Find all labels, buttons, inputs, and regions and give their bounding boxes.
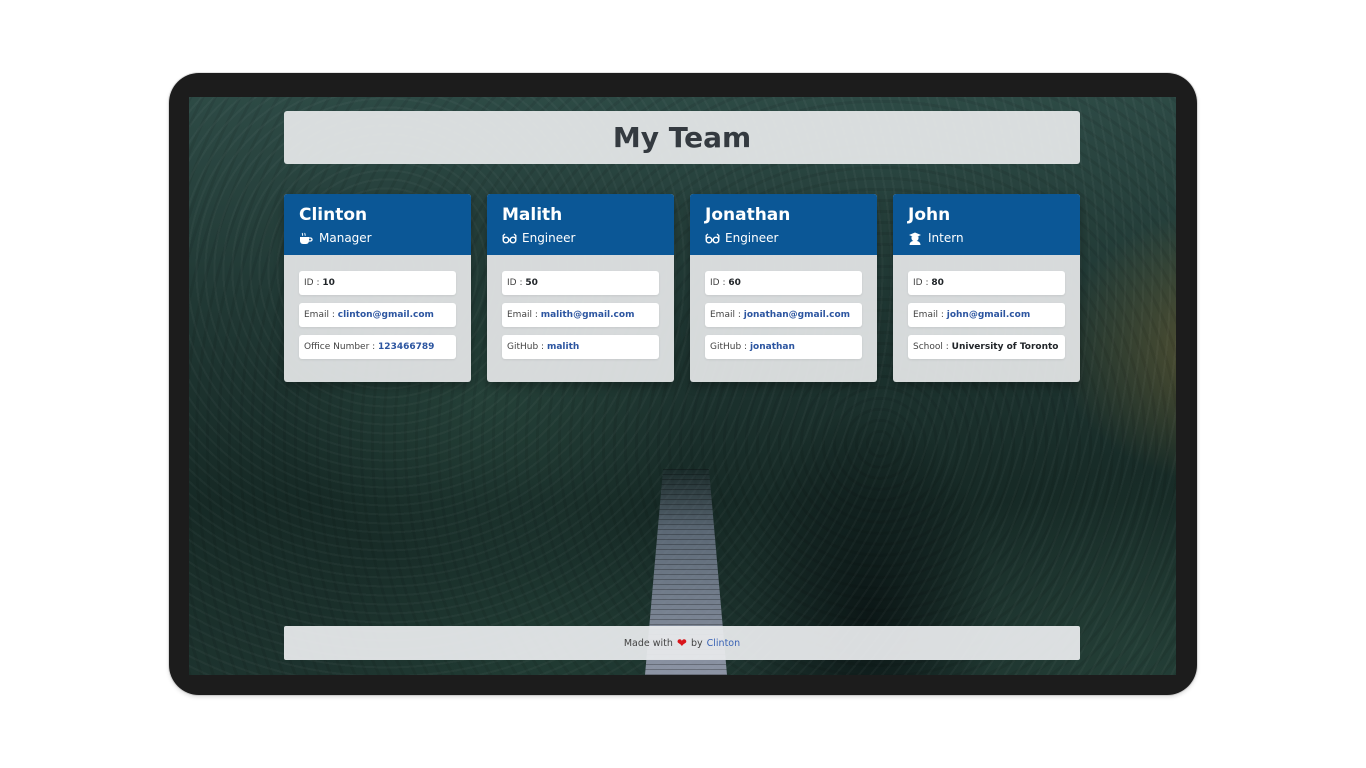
id-row: ID : 60 xyxy=(705,271,862,295)
team-card-manager: Clinton Manager ID : 10 Email : clinton@… xyxy=(284,194,471,382)
email-link[interactable]: jonathan@gmail.com xyxy=(744,310,850,320)
page-footer: Made with ❤ by Clinton xyxy=(284,626,1080,660)
footer-prefix: Made with xyxy=(623,637,673,649)
email-link[interactable]: clinton@gmail.com xyxy=(338,310,434,320)
role-label: Intern xyxy=(928,231,964,245)
card-header: Malith Engineer xyxy=(487,194,674,255)
id-row: ID : 10 xyxy=(299,271,456,295)
card-body: ID : 80 Email : john@gmail.com School : … xyxy=(893,255,1080,359)
card-body: ID : 10 Email : clinton@gmail.com Office… xyxy=(284,255,471,359)
card-header: Jonathan Engineer xyxy=(690,194,877,255)
id-value: 10 xyxy=(322,278,335,288)
team-card-engineer: Malith Engineer ID : 50 Email : malith@g… xyxy=(487,194,674,382)
email-row: Email : malith@gmail.com xyxy=(502,303,659,327)
team-card-engineer: Jonathan Engineer ID : 60 Email : jonath… xyxy=(690,194,877,382)
heart-icon: ❤ xyxy=(676,636,687,650)
email-link[interactable]: malith@gmail.com xyxy=(541,310,635,320)
background-image xyxy=(189,97,1176,675)
member-role: Intern xyxy=(908,230,1065,246)
member-name: John xyxy=(908,205,951,225)
github-link[interactable]: malith xyxy=(547,342,579,352)
page-header: My Team xyxy=(284,111,1080,164)
github-link[interactable]: jonathan xyxy=(750,342,795,352)
author-link[interactable]: Clinton xyxy=(707,638,741,649)
footer-by: by xyxy=(690,637,703,649)
role-label: Manager xyxy=(319,231,372,245)
github-row: GitHub : jonathan xyxy=(705,335,862,359)
email-row: Email : jonathan@gmail.com xyxy=(705,303,862,327)
email-row: Email : john@gmail.com xyxy=(908,303,1065,327)
card-body: ID : 50 Email : malith@gmail.com GitHub … xyxy=(487,255,674,359)
role-label: Engineer xyxy=(522,231,576,245)
member-name: Clinton xyxy=(299,205,368,225)
glasses-icon xyxy=(705,232,720,245)
id-value: 60 xyxy=(728,278,741,288)
github-row: GitHub : malith xyxy=(502,335,659,359)
member-role: Manager xyxy=(299,230,456,246)
email-link[interactable]: john@gmail.com xyxy=(947,310,1030,320)
card-body: ID : 60 Email : jonathan@gmail.com GitHu… xyxy=(690,255,877,359)
office-number-row: Office Number : 123466789 xyxy=(299,335,456,359)
email-row: Email : clinton@gmail.com xyxy=(299,303,456,327)
page: My Team Clinton Manager ID : 10 Email : … xyxy=(0,0,1366,768)
member-name: Malith xyxy=(502,205,563,225)
office-number-value: 123466789 xyxy=(378,342,435,352)
member-role: Engineer xyxy=(705,230,862,246)
member-role: Engineer xyxy=(502,230,659,246)
id-row: ID : 80 xyxy=(908,271,1065,295)
id-row: ID : 50 xyxy=(502,271,659,295)
team-card-intern: John Intern ID : 80 Email : john@gmail.c… xyxy=(893,194,1080,382)
role-label: Engineer xyxy=(725,231,779,245)
page-title: My Team xyxy=(612,121,752,154)
graduate-icon xyxy=(908,232,922,245)
school-row: School : University of Toronto xyxy=(908,335,1065,359)
card-header: Clinton Manager xyxy=(284,194,471,255)
glasses-icon xyxy=(502,232,517,245)
member-name: Jonathan xyxy=(705,205,791,225)
id-value: 80 xyxy=(931,278,944,288)
coffee-icon xyxy=(299,232,313,245)
school-value: University of Toronto xyxy=(951,342,1059,352)
card-header: John Intern xyxy=(893,194,1080,255)
id-value: 50 xyxy=(525,278,538,288)
